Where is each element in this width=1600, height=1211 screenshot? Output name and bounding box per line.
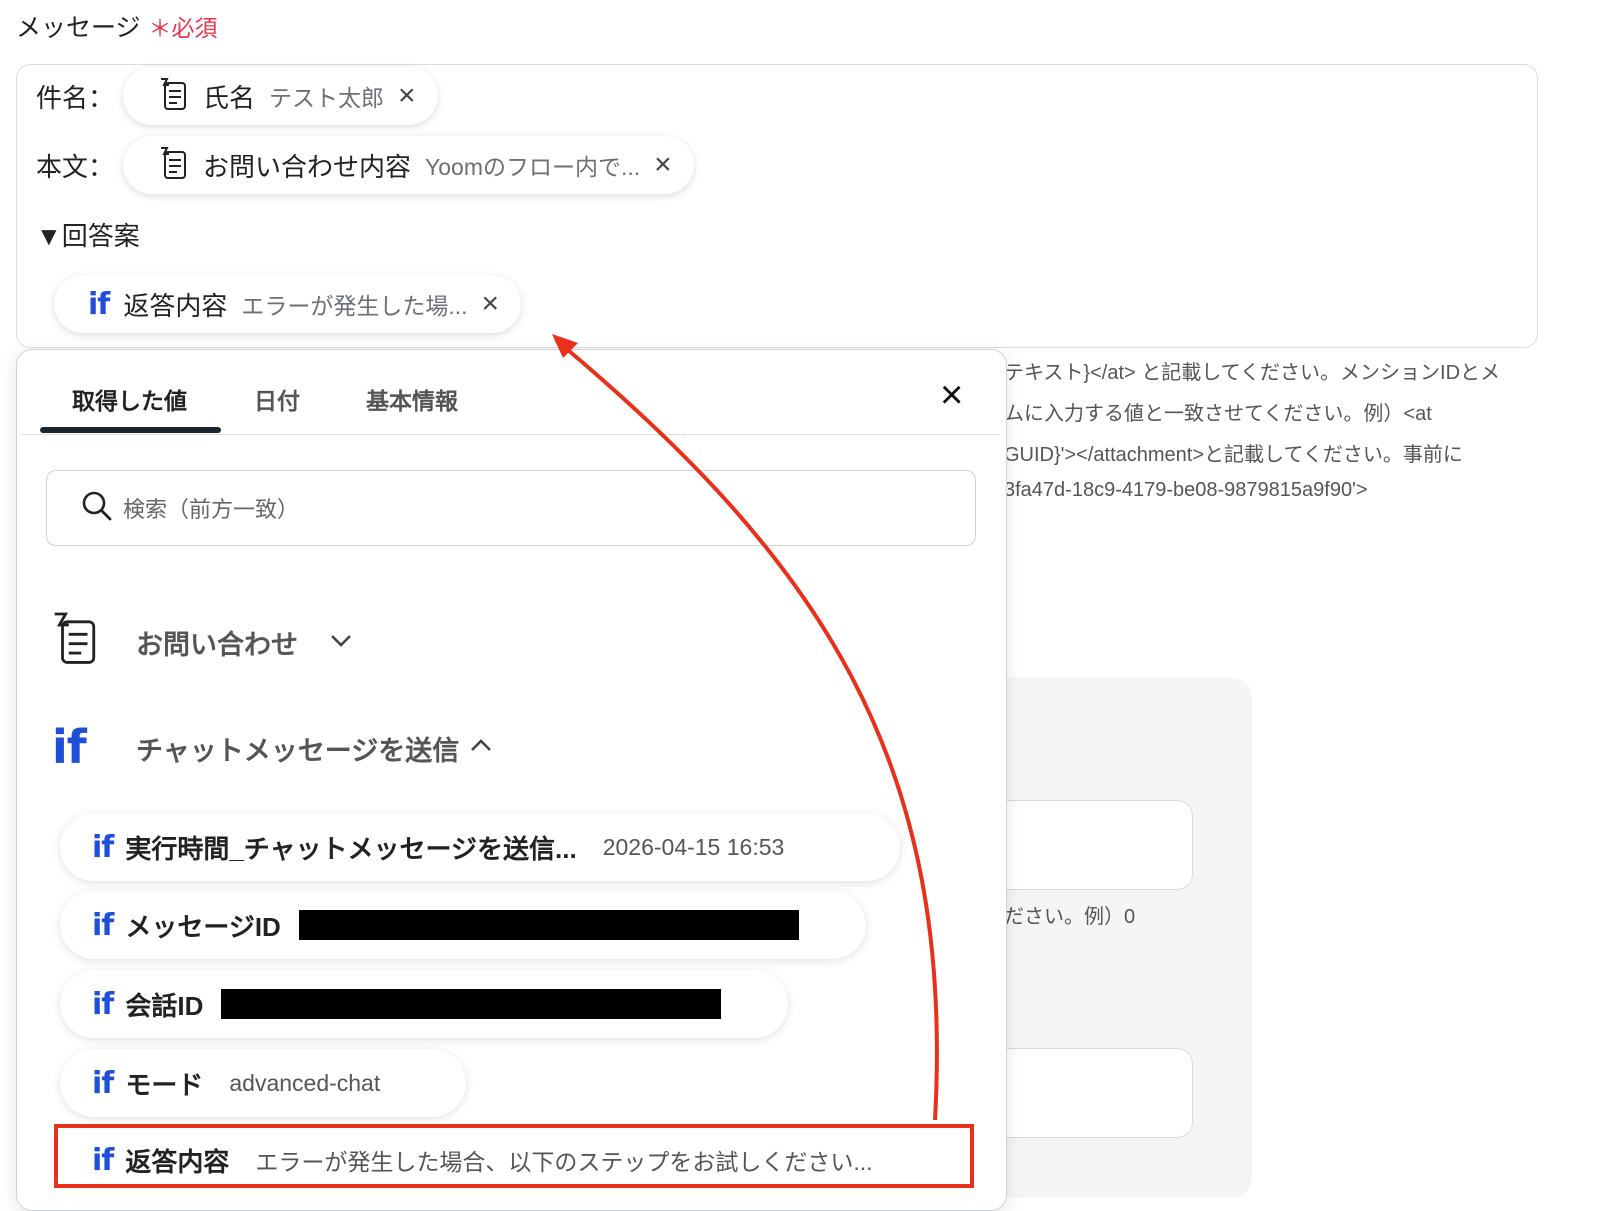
annotation-arrow — [552, 334, 939, 1121]
